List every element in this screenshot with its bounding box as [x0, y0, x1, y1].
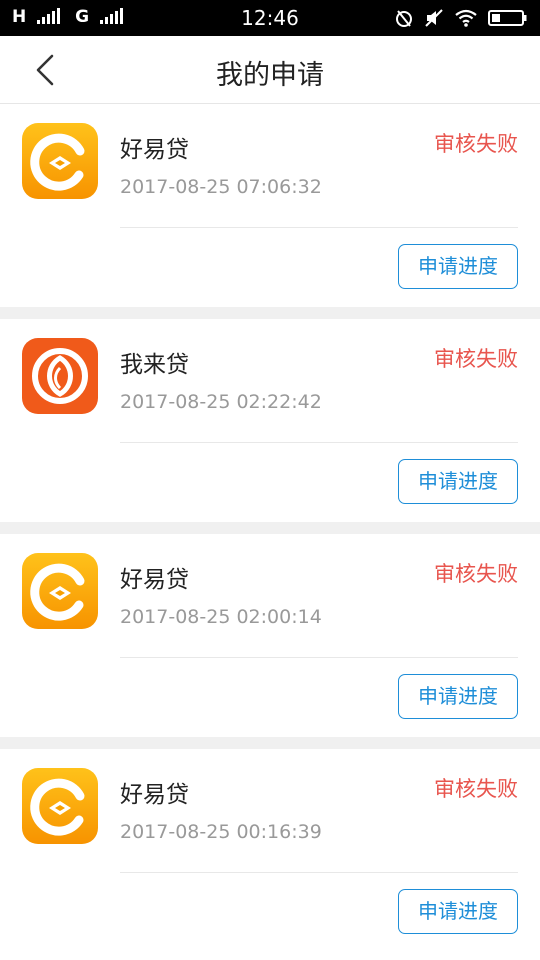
alarm-icon: [396, 10, 412, 27]
haoyidai-logo-icon: [22, 768, 98, 844]
mute-icon: [425, 9, 443, 27]
status-bar: H G 12:46: [0, 0, 540, 36]
progress-button[interactable]: 申请进度: [398, 244, 518, 289]
application-time: 2017-08-25 07:06:32: [120, 176, 322, 198]
divider: [120, 657, 518, 658]
application-card: 我来贷 审核失败 2017-08-25 02:22:42 申请进度: [0, 319, 540, 522]
status-badge: 审核失败: [434, 347, 518, 371]
app-name: 好易贷: [120, 137, 189, 163]
application-time: 2017-08-25 00:16:39: [120, 821, 322, 843]
divider: [120, 872, 518, 873]
wifi-icon: [455, 9, 477, 27]
status-badge: 审核失败: [434, 562, 518, 586]
status-icons: [394, 8, 528, 28]
application-card: 好易贷 审核失败 2017-08-25 07:06:32 申请进度: [0, 104, 540, 307]
battery-icon: [488, 10, 527, 26]
haoyidai-logo-icon: [22, 123, 98, 199]
wolaidai-logo-icon: [22, 338, 98, 414]
app-name: 我来贷: [120, 352, 189, 378]
application-card: 好易贷 审核失败 2017-08-25 02:00:14 申请进度: [0, 534, 540, 737]
nav-bar: 我的申请: [0, 36, 540, 104]
application-card: 好易贷 审核失败 2017-08-25 00:16:39 申请进度: [0, 749, 540, 960]
app-name: 好易贷: [120, 782, 189, 808]
application-time: 2017-08-25 02:22:42: [120, 391, 322, 413]
progress-button[interactable]: 申请进度: [398, 889, 518, 934]
page-title: 我的申请: [216, 60, 324, 91]
status-badge: 审核失败: [434, 132, 518, 156]
haoyidai-logo-icon: [22, 553, 98, 629]
divider: [120, 227, 518, 228]
status-badge: 审核失败: [434, 777, 518, 801]
progress-button[interactable]: 申请进度: [398, 674, 518, 719]
app-name: 好易贷: [120, 567, 189, 593]
divider: [120, 442, 518, 443]
application-time: 2017-08-25 02:00:14: [120, 606, 322, 628]
progress-button[interactable]: 申请进度: [398, 459, 518, 504]
